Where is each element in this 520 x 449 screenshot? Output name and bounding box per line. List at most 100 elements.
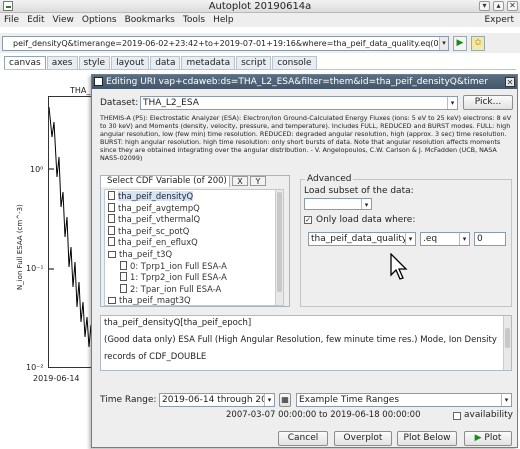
x-button[interactable]: X [232, 176, 248, 186]
cdf-variable-label: tha_peif_en_efluxQ [118, 237, 198, 248]
bookmark-icon[interactable]: ✩ [471, 36, 485, 51]
load-subset-label: Load subset of the data: [304, 186, 414, 196]
only-load-checkbox[interactable]: ✓ [304, 216, 312, 224]
menu-file[interactable]: File [0, 13, 23, 27]
cdf-variable-item[interactable]: tha_peif_t3Q [108, 249, 172, 261]
cdf-variable-item[interactable]: tha_peif_sc_potQ [108, 225, 190, 238]
availability-label: availability [464, 410, 513, 420]
cdf-variable-label: 2: Tpar_ion Full ESA-A [130, 283, 222, 294]
tab-canvas[interactable]: canvas [4, 56, 46, 69]
app-icon [3, 1, 13, 11]
chevron-down-icon[interactable]: ▾ [459, 233, 469, 245]
info-scrollbar[interactable] [503, 316, 511, 370]
subset-combo[interactable]: ▾ [304, 198, 372, 210]
plot-button-label: Plot [484, 433, 502, 443]
menu-help[interactable]: Help [209, 13, 238, 27]
variable-info-line-1: tha_peif_densityQ[tha_peif_epoch] [104, 318, 252, 328]
overplot-button[interactable]: Overplot [334, 431, 392, 446]
tab-style[interactable]: style [78, 56, 111, 69]
example-ranges-combo[interactable]: Example Time Ranges ▾ [296, 393, 512, 407]
uri-input[interactable]: peif_densityQ&timerange=2019-06-02+23:42… [2, 36, 449, 51]
menu-tools[interactable]: Tools [179, 13, 209, 27]
available-range-text: 2007-03-07 00:00:00 to 2019-06-18 00:00:… [226, 410, 421, 420]
menu-view[interactable]: View [49, 13, 78, 27]
tab-axes[interactable]: axes [46, 56, 78, 69]
cdf-variable-tab[interactable]: Select CDF Variable (of 200) [100, 175, 230, 187]
cdf-variable-item[interactable]: 1: Tprp2_ion Full ESA-A [120, 272, 227, 284]
pick-button[interactable]: Pick... [463, 95, 513, 110]
ytick-1: 10⁻¹ [26, 264, 44, 273]
tab-metadata[interactable]: metadata [181, 56, 236, 69]
where-variable-combo[interactable]: tha_peif_data_quality ▾ [308, 232, 416, 246]
go-button[interactable]: ▶ [453, 36, 467, 51]
example-ranges-value: Example Time Ranges [299, 395, 400, 405]
time-range-value: 2019-06-14 through 2019 [162, 395, 275, 405]
cdf-variable-item[interactable]: 0: Tprp1_ion Full ESA-A [120, 260, 227, 273]
where-value: 0 [477, 234, 483, 244]
expert-toggle[interactable]: Expert [485, 13, 515, 27]
chevron-down-icon[interactable]: ▾ [405, 233, 415, 245]
dataset-description: THEMIS-A (P5): Electrostatic Analyzer (E… [100, 115, 512, 162]
info-scroll-thumb[interactable] [505, 328, 510, 348]
tab-script[interactable]: script [236, 56, 272, 69]
cdf-variable-item[interactable]: tha_peif_avgtempQ [108, 202, 200, 215]
tree-scrollbar[interactable] [275, 190, 283, 305]
edit-uri-dialog: Editing URI vap+cdaweb:ds=THA_L2_ESA&fil… [91, 74, 518, 448]
main-window-title: Autoplot 20190614a [208, 1, 312, 12]
time-range-combo[interactable]: 2019-06-14 through 2019 ▾ [159, 393, 275, 407]
tab-console[interactable]: console [272, 56, 317, 69]
where-operator-combo[interactable]: .eq ▾ [420, 232, 470, 246]
chevron-down-icon[interactable]: ▾ [447, 97, 457, 109]
cdf-variable-item[interactable]: tha_peif_en_efluxQ [108, 237, 198, 249]
cdf-variable-item[interactable]: tha_peif_densityQ [108, 191, 194, 203]
plot-below-button[interactable]: Plot Below [397, 431, 457, 446]
document-icon [120, 272, 127, 282]
plot-button[interactable]: ▶ Plot [464, 431, 512, 446]
dataset-combo[interactable]: THA_L2_ESA ▾ [140, 96, 458, 110]
menu-options[interactable]: Options [78, 13, 121, 27]
folder-icon [108, 297, 116, 305]
document-icon [108, 214, 115, 224]
calendar-icon[interactable]: ▦ [279, 393, 291, 407]
cdf-variable-label: tha_peif_sc_potQ [118, 225, 190, 236]
only-load-label: Only load data where: [316, 215, 416, 225]
document-icon [120, 283, 127, 293]
cdf-variable-item[interactable]: tha_peif_vthermalQ [108, 214, 200, 226]
variable-info-line-3: records of CDF_DOUBLE [104, 352, 207, 362]
menu-bookmarks[interactable]: Bookmarks [121, 13, 179, 27]
cdf-variable-label: tha_peif_t3Q [119, 249, 173, 259]
menu-edit[interactable]: Edit [23, 13, 48, 27]
chevron-down-icon[interactable]: ▾ [501, 394, 511, 406]
where-value-input[interactable]: 0 [474, 232, 506, 246]
tab-layout[interactable]: layout [111, 56, 150, 69]
where-operator-value: .eq [423, 234, 438, 244]
y-button[interactable]: Y [250, 176, 266, 186]
chevron-down-icon[interactable]: ▾ [361, 199, 371, 209]
cdf-variable-item[interactable]: tha_peif_magt3Q [108, 295, 191, 306]
cancel-button[interactable]: Cancel [278, 431, 328, 446]
document-icon [108, 191, 115, 200]
advanced-label: Advanced [305, 174, 354, 184]
close-window-button[interactable]: ✕ [507, 1, 518, 11]
dialog-title: Editing URI vap+cdaweb:ds=THA_L2_ESA&fil… [106, 77, 488, 87]
availability-checkbox[interactable] [453, 412, 461, 420]
tab-data[interactable]: data [150, 56, 181, 69]
time-range-label: Time Range: [100, 395, 157, 405]
minimize-button[interactable]: ▾ [479, 1, 490, 11]
uri-dropdown-icon[interactable]: ▾ [439, 37, 448, 50]
chevron-down-icon[interactable]: ▾ [264, 394, 274, 406]
menu-bar: File Edit View Options Bookmarks Tools Help Ex… [0, 13, 520, 27]
variable-info-line-2: (Good data only) ESA Full (High Angular … [104, 335, 497, 345]
cdf-variable-item[interactable]: 2: Tpar_ion Full ESA-A [120, 283, 222, 296]
dialog-close-icon[interactable]: ✕ [505, 77, 515, 87]
y-axis-label: N_ion Full ESAA (cm^-3) [16, 204, 24, 290]
tree-scroll-thumb[interactable] [277, 192, 282, 292]
dialog-title-bar[interactable]: Editing URI vap+cdaweb:ds=THA_L2_ESA&fil… [92, 75, 517, 89]
cdf-variable-label: tha_peif_magt3Q [119, 295, 191, 306]
maximize-button[interactable]: ▴ [493, 1, 504, 11]
document-icon [108, 202, 115, 212]
cdf-variable-label: tha_peif_avgtempQ [118, 202, 200, 213]
cdf-variable-label: 1: Tprp2_ion Full ESA-A [130, 272, 227, 283]
cdf-variable-tree[interactable]: tha_peif_densityQ tha_peif_avgtempQ tha_pe… [104, 189, 284, 306]
uri-bar: peif_densityQ&timerange=2019-06-02+23:42… [0, 33, 520, 53]
